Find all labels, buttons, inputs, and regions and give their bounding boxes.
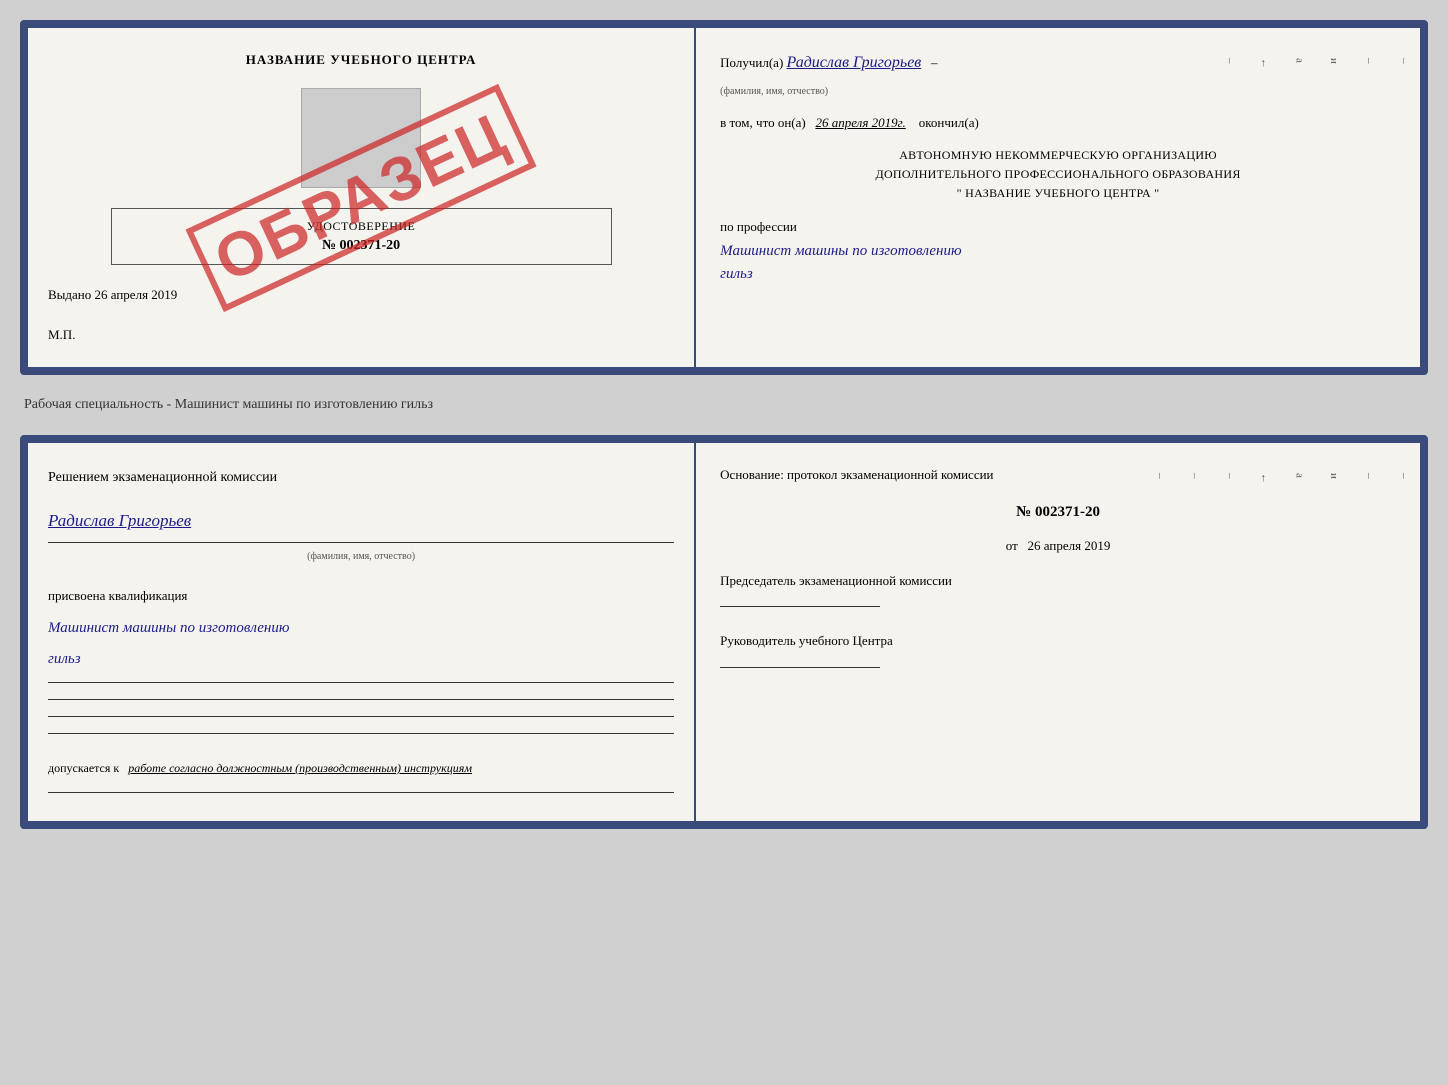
date-from: от 26 апреля 2019 [720,534,1396,559]
bottom-doc-right: Основание: протокол экзаменационной коми… [696,443,1420,821]
mp-line: М.П. [48,327,674,343]
bottom-edge-mark-1: – [1393,473,1414,484]
edge-mark-2: – [1358,58,1379,69]
chairman-title: Председатель экзаменационной комиссии [720,571,1396,591]
edge-mark-и: и [1323,58,1344,69]
date-line: в том, что он(а) 26 апреля 2019г. окончи… [720,111,1396,136]
received-name: Радислав Григорьев [787,54,922,71]
qualification-value-1: Машинист машины по изготовлению [48,617,674,640]
org-line2: ДОПОЛНИТЕЛЬНОГО ПРОФЕССИОНАЛЬНОГО ОБРАЗО… [720,165,1396,184]
bottom-edge-mark-и2: и [1323,473,1344,484]
issued-label: Выдано [48,287,91,302]
received-line: Получил(а) Радислав Григорьев – (фамилия… [720,48,1396,103]
protocol-number: № 002371-20 [720,498,1396,527]
bottom-edge-mark-3: ← [1254,473,1275,484]
допускается-prefix: допускается к [48,761,119,775]
bottom-edge-mark-2: – [1358,473,1379,484]
bottom-edge-mark-а2: а [1288,473,1309,484]
qual-line-2 [48,699,674,700]
decision-title: Решением экзаменационной комиссии [48,467,674,488]
profession-block: по профессии Машинист машины по изготовл… [720,215,1396,285]
date-prefix: в том, что он(а) [720,115,806,130]
date-value: 26 апреля 2019г. [815,111,905,136]
profession-value-2: гильз [720,263,1396,286]
bottom-document: Решением экзаменационной комиссии Радисл… [20,435,1428,829]
qual-line-3 [48,716,674,717]
org-line1: АВТОНОМНУЮ НЕКОММЕРЧЕСКУЮ ОРГАНИЗАЦИЮ [720,146,1396,165]
top-document: НАЗВАНИЕ УЧЕБНОГО ЦЕНТРА УДОСТОВЕРЕНИЕ №… [20,20,1428,375]
received-sublabel: (фамилия, имя, отчество) [720,86,828,97]
certificate-box: УДОСТОВЕРЕНИЕ № 002371-20 [111,208,612,265]
profession-value-1: Машинист машины по изготовлению [720,240,1396,263]
separator-text: Рабочая специальность - Машинист машины … [24,393,1424,417]
director-signature-line [720,667,880,668]
cert-number: № 002371-20 [128,238,595,254]
bottom-doc-left: Решением экзаменационной комиссии Радисл… [28,443,696,821]
director-title: Руководитель учебного Центра [720,631,1396,651]
issued-line: Выдано 26 апреля 2019 [48,287,674,303]
edge-mark-4: – [1219,58,1240,69]
допускается-value: работе согласно должностным (производств… [128,761,472,775]
date-suffix: окончил(а) [919,115,979,130]
qualification-value-2: гильз [48,648,674,671]
bottom-left-last-line [48,792,674,793]
допускается-block: допускается к работе согласно должностны… [48,756,674,780]
person-underline [48,542,674,543]
issued-date: 26 апреля 2019 [95,287,178,302]
date-from-prefix: от [1006,538,1018,553]
bottom-edge-mark-5: – [1184,473,1205,484]
edge-mark-3: ← [1254,58,1275,69]
qual-line-4 [48,733,674,734]
org-block: АВТОНОМНУЮ НЕКОММЕРЧЕСКУЮ ОРГАНИЗАЦИЮ ДО… [720,146,1396,204]
right-edge-marks: – – и а ← – [1219,58,1414,69]
cert-title: УДОСТОВЕРЕНИЕ [128,219,595,234]
date-from-value: 26 апреля 2019 [1028,538,1111,553]
org-line3: " НАЗВАНИЕ УЧЕБНОГО ЦЕНТРА " [720,184,1396,203]
bottom-person-block: Радислав Григорьев (фамилия, имя, отчест… [48,504,674,567]
qual-line-1 [48,682,674,683]
top-doc-right: Получил(а) Радислав Григорьев – (фамилия… [696,28,1420,367]
edge-mark-а: а [1288,58,1309,69]
profession-label: по профессии [720,215,1396,240]
director-block: Руководитель учебного Центра [720,631,1396,668]
edge-mark-1: – [1393,58,1414,69]
top-doc-left: НАЗВАНИЕ УЧЕБНОГО ЦЕНТРА УДОСТОВЕРЕНИЕ №… [28,28,696,367]
bottom-edge-mark-4: – [1219,473,1240,484]
chairman-block: Председатель экзаменационной комиссии [720,571,1396,608]
top-left-title: НАЗВАНИЕ УЧЕБНОГО ЦЕНТРА [246,52,477,68]
bottom-person-name: Радислав Григорьев [48,504,674,538]
bottom-edge-mark-6: – [1149,473,1170,484]
assigned-label: присвоена квалификация [48,583,674,609]
bottom-person-sublabel: (фамилия, имя, отчество) [48,547,674,567]
received-label: Получил(а) [720,55,783,70]
chairman-signature-line [720,606,880,607]
bottom-right-edge-marks: – – и а ← – – – [1149,473,1414,484]
stamp-placeholder [301,88,421,188]
